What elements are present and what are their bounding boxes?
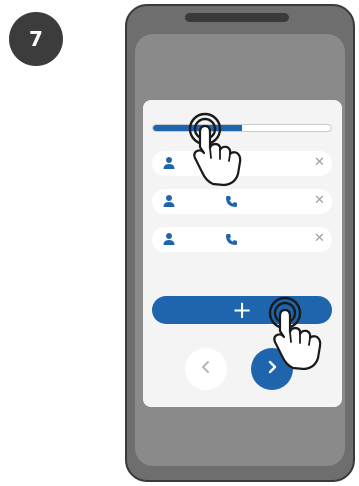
person-icon — [162, 156, 176, 175]
close-icon[interactable]: ✕ — [314, 155, 325, 171]
chevron-right-icon — [266, 360, 278, 379]
phone-icon — [225, 195, 238, 213]
chevron-left-icon — [200, 360, 212, 379]
phone-icon — [225, 233, 238, 251]
progress-bar — [152, 124, 332, 132]
add-contact-button[interactable]: + — [152, 296, 332, 324]
step-number-badge: 7 — [9, 12, 63, 66]
contacts-card: ✕ ✕ ✕ + — [143, 100, 342, 407]
add-button-label: + — [231, 296, 253, 324]
phone-speaker — [185, 13, 289, 22]
progress-fill — [153, 125, 242, 131]
step-number: 7 — [29, 27, 43, 51]
close-icon[interactable]: ✕ — [314, 231, 325, 247]
contact-row[interactable]: ✕ — [152, 227, 332, 252]
next-button[interactable] — [251, 348, 293, 390]
person-icon — [162, 232, 176, 251]
contact-row[interactable]: ✕ — [152, 189, 332, 214]
close-icon[interactable]: ✕ — [314, 193, 325, 209]
back-button[interactable] — [185, 348, 227, 390]
contact-row[interactable]: ✕ — [152, 151, 332, 176]
person-icon — [162, 194, 176, 213]
